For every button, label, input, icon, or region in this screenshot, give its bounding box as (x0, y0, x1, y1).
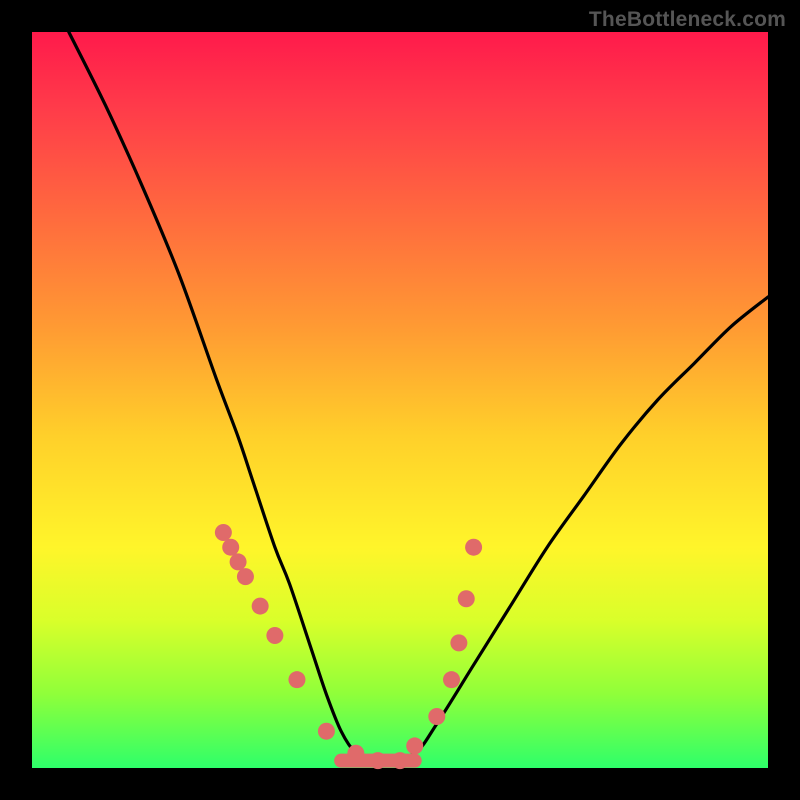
marker-dot (406, 737, 423, 754)
marker-dots-group (215, 524, 482, 769)
marker-dot (222, 539, 239, 556)
plot-area (32, 32, 768, 768)
marker-dot (347, 745, 364, 762)
marker-dot (458, 590, 475, 607)
marker-dot (369, 752, 386, 769)
watermark-text: TheBottleneck.com (589, 8, 786, 32)
marker-dot (288, 671, 305, 688)
marker-dot (215, 524, 232, 541)
marker-dot (237, 568, 254, 585)
marker-dot (428, 708, 445, 725)
bottleneck-curve-path (69, 32, 768, 762)
curve-svg (32, 32, 768, 768)
marker-dot (443, 671, 460, 688)
marker-dot (392, 752, 409, 769)
marker-dot (318, 723, 335, 740)
marker-dot (230, 553, 247, 570)
outer-frame: TheBottleneck.com (0, 0, 800, 800)
marker-dot (252, 598, 269, 615)
marker-dot (450, 634, 467, 651)
marker-dot (465, 539, 482, 556)
marker-dot (266, 627, 283, 644)
